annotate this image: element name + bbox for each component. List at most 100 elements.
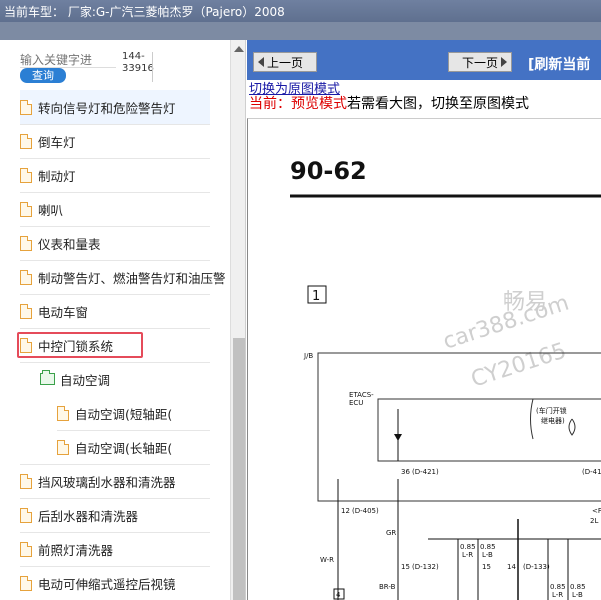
diagram-page-number: 90-62 xyxy=(290,157,367,185)
connector-label: (D-41 xyxy=(582,468,601,476)
relay-label: 继电器) xyxy=(541,416,565,425)
connector-label: (D-133) xyxy=(523,563,550,571)
scrollbar-thumb[interactable] xyxy=(233,338,245,600)
result-count: 144- 33916 xyxy=(122,51,154,75)
etacs-label: ECU xyxy=(349,399,363,407)
tree-item-label: 自动空调 xyxy=(60,372,111,388)
search-button[interactable]: 查询 xyxy=(20,68,66,83)
content-toolbar: 上一页 下一页 [刷新当前 xyxy=(247,40,601,80)
document-icon xyxy=(20,473,32,489)
search-input[interactable] xyxy=(20,52,116,68)
document-icon xyxy=(20,269,32,285)
tree-item-label: 喇叭 xyxy=(38,202,64,218)
tree-item[interactable]: 仪表和量表 xyxy=(20,226,210,260)
relay-bracket xyxy=(530,398,534,440)
content-pane: 上一页 下一页 [刷新当前 切换为原图模式 当前：预览模式若需看大图，切换至原图… xyxy=(247,40,601,600)
window-title: 当前车型： 厂家:G-广汽三菱帕杰罗（Pajero）2008 xyxy=(0,0,601,22)
tree-item[interactable]: 喇叭 xyxy=(20,192,210,226)
tree-item-label: 制动灯 xyxy=(38,168,76,184)
tree-item[interactable]: 自动空调(长轴距( xyxy=(57,430,210,464)
refresh-link[interactable]: [刷新当前 xyxy=(528,54,590,74)
etacs-box xyxy=(377,398,601,462)
wire-color-label: L-B xyxy=(572,591,583,599)
pin-label: 14 xyxy=(507,563,516,571)
document-icon xyxy=(20,303,32,319)
section-box-label: 1 xyxy=(312,289,320,304)
next-page-button[interactable]: 下一页 xyxy=(448,52,512,72)
document-icon xyxy=(57,405,69,421)
search-divider xyxy=(152,52,153,82)
connector-label: 2L xyxy=(590,517,598,525)
pin-label: 36 xyxy=(401,468,410,476)
tree-item[interactable]: 制动灯 xyxy=(20,158,210,192)
document-icon xyxy=(20,201,32,217)
pin-label: 15 xyxy=(401,563,410,571)
tree-item[interactable]: 自动空调(短轴距( xyxy=(57,396,210,430)
diode-icon xyxy=(394,434,402,441)
wire-color-label: L-B xyxy=(482,551,493,559)
title-sub-strip xyxy=(0,22,601,40)
sidebar: 查询 144- 33916 转向信号灯和危险警告灯 倒车灯 制动灯 喇叭 仪表和… xyxy=(0,40,246,600)
etacs-label: ETACS- xyxy=(349,391,374,399)
tree-item[interactable]: 后刮水器和清洗器 xyxy=(20,498,210,532)
tree-item-label: 制动警告灯、燃油警告灯和油压警 xyxy=(38,270,226,286)
document-icon xyxy=(20,99,32,115)
wire-color-label: GR xyxy=(386,529,396,537)
tree-item-label: 倒车灯 xyxy=(38,134,76,150)
tree-item-label: 自动空调(短轴距( xyxy=(75,406,173,422)
tree-item[interactable]: 制动警告灯、燃油警告灯和油压警 xyxy=(20,260,230,294)
tree-item-label: 前照灯清洗器 xyxy=(38,542,114,558)
wire-color-label: L-R xyxy=(552,591,563,599)
wire-color-label: BR-B xyxy=(379,583,396,591)
wire-gauge-label: 0.85 xyxy=(480,543,496,551)
tree-item-label: 仪表和量表 xyxy=(38,236,101,252)
tree-item-label: 挡风玻璃刮水器和清洗器 xyxy=(38,474,176,490)
prev-page-label: 上一页 xyxy=(266,55,303,70)
watermark-text: CY20165 xyxy=(468,339,569,393)
result-count-top: 144- xyxy=(122,51,145,62)
sidebar-scrollbar[interactable] xyxy=(230,40,245,600)
wiring-diagram: 90-62 1 畅易 car388.com CY20165 J/B ETACS-… xyxy=(247,118,601,600)
document-icon xyxy=(20,235,32,251)
tree-item-label: 自动空调(长轴距( xyxy=(75,440,173,456)
relay-label: (车门开锁 xyxy=(536,406,567,415)
wire-gauge-label: 0.85 xyxy=(550,583,566,591)
document-icon xyxy=(57,439,69,455)
folder-open-icon xyxy=(40,370,55,385)
arrow-right-icon xyxy=(501,57,507,67)
next-page-label: 下一页 xyxy=(461,55,498,70)
tree-item[interactable]: 转向信号灯和危险警告灯 xyxy=(20,90,210,124)
tree-item[interactable]: 电动车窗 xyxy=(20,294,210,328)
connector-label: <F xyxy=(592,507,601,515)
document-icon xyxy=(20,507,32,523)
relay-coil xyxy=(568,418,576,436)
arrow-left-icon xyxy=(258,57,264,67)
wire-color-label: L-R xyxy=(462,551,473,559)
tree-item[interactable]: 倒车灯 xyxy=(20,124,210,158)
connector-label: (D-405) xyxy=(352,507,379,515)
jb-label: J/B xyxy=(303,352,313,360)
tree-item[interactable]: 挡风玻璃刮水器和清洗器 xyxy=(20,464,210,498)
title-bar: 当前车型： 厂家:G-广汽三菱帕杰罗（Pajero）2008 xyxy=(0,0,601,40)
connector-label: (D-132) xyxy=(412,563,439,571)
tree-item[interactable]: 电动可伸缩式遥控后视镜 xyxy=(20,566,210,600)
tree-item-label: 电动可伸缩式遥控后视镜 xyxy=(38,576,176,592)
tree-folder[interactable]: 自动空调 xyxy=(40,362,210,396)
connector-label: (D-421) xyxy=(412,468,439,476)
wire-gauge-label: 0.85 xyxy=(570,583,586,591)
mode-status: 当前：预览模式若需看大图，切换至原图模式 xyxy=(249,93,529,113)
mode-status-suffix: 若需看大图，切换至原图模式 xyxy=(347,96,529,112)
tree-item-label: 电动车窗 xyxy=(38,304,89,320)
connector-box-label: 4 xyxy=(336,591,341,599)
mode-status-prefix: 当前：预览模式 xyxy=(249,96,347,112)
tree-item[interactable]: 前照灯清洗器 xyxy=(20,532,210,566)
wire-color-label: W-R xyxy=(320,556,334,564)
scroll-up-arrow-icon[interactable] xyxy=(234,46,244,52)
jb-box xyxy=(317,352,601,502)
tree-item-label: 转向信号灯和危险警告灯 xyxy=(38,100,176,116)
selection-highlight xyxy=(17,332,143,358)
pin-label: 12 xyxy=(341,507,350,515)
pin-label: 15 xyxy=(482,563,491,571)
prev-page-button[interactable]: 上一页 xyxy=(253,52,317,72)
wire-gauge-label: 0.85 xyxy=(460,543,476,551)
